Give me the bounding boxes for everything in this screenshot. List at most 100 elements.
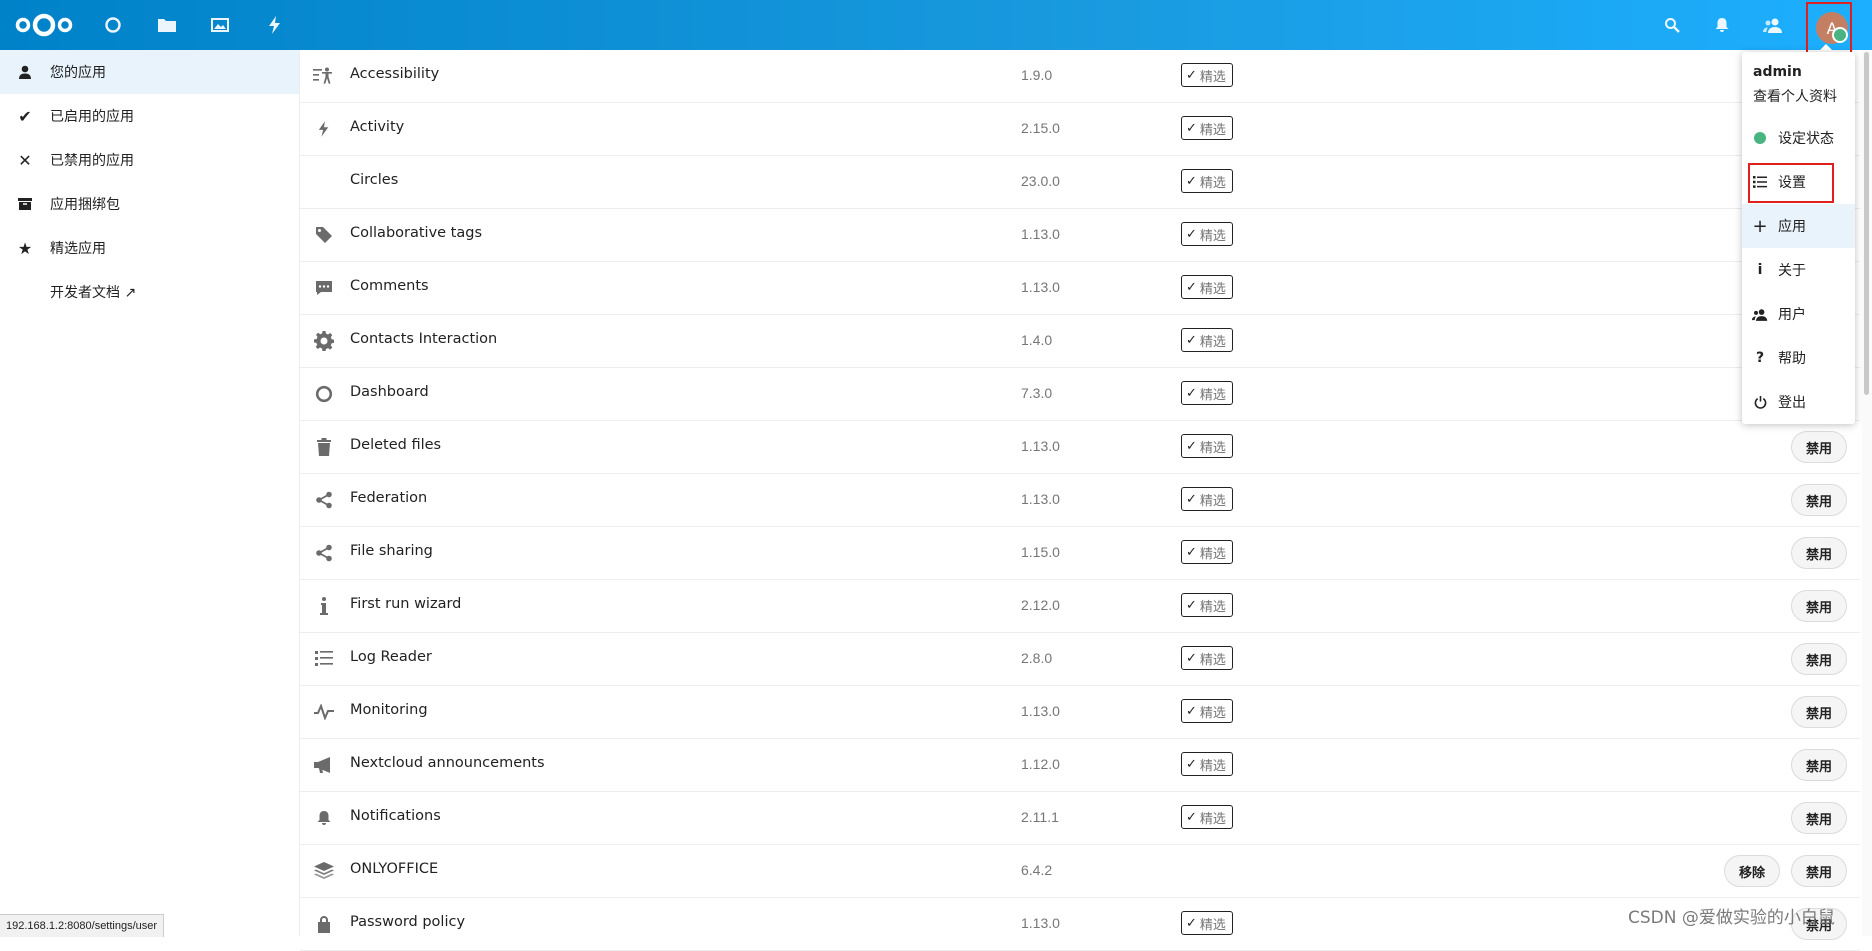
watermark-text: CSDN @爱做实验的小白鼠 xyxy=(1628,908,1835,928)
app-version: 1.4.0 xyxy=(1021,332,1053,348)
disable-button[interactable]: 禁用 xyxy=(1791,643,1848,675)
featured-badge: ✓ 精选 xyxy=(1181,434,1233,458)
check-icon: ✓ xyxy=(1186,491,1197,507)
user-icon xyxy=(0,50,50,94)
check-icon: ✓ xyxy=(1186,756,1197,772)
app-name[interactable]: Comments xyxy=(350,278,429,294)
app-name[interactable]: Log Reader xyxy=(350,649,432,665)
featured-badge: ✓ 精选 xyxy=(1181,699,1233,723)
app-name[interactable]: Deleted files xyxy=(350,437,441,453)
disable-button[interactable]: 禁用 xyxy=(1791,696,1848,728)
app-name[interactable]: Nextcloud announcements xyxy=(350,755,545,771)
disable-button[interactable]: 禁用 xyxy=(1791,590,1848,622)
disable-button[interactable]: 禁用 xyxy=(1791,431,1848,463)
app-row: Activity 2.15.0 ✓ 精选 xyxy=(300,103,1860,156)
check-icon: ✓ xyxy=(1186,173,1197,189)
app-row: Deleted files 1.13.0 ✓ 精选 禁用 xyxy=(300,421,1860,474)
app-row: Log Reader 2.8.0 ✓ 精选 禁用 xyxy=(300,633,1860,686)
app-row: Accessibility 1.9.0 ✓ 精选 xyxy=(300,50,1860,103)
featured-badge: ✓ 精选 xyxy=(1181,540,1233,564)
app-row: Contacts Interaction 1.4.0 ✓ 精选 xyxy=(300,315,1860,368)
lock-icon xyxy=(312,912,336,936)
search-icon[interactable] xyxy=(1660,13,1684,37)
sidebar-item-app-bundles[interactable]: 应用捆绑包 xyxy=(0,182,299,226)
disable-button[interactable]: 禁用 xyxy=(1791,855,1848,887)
app-name[interactable]: File sharing xyxy=(350,543,433,559)
featured-badge: ✓ 精选 xyxy=(1181,646,1233,670)
app-name[interactable]: Accessibility xyxy=(350,66,439,82)
app-name[interactable]: Contacts Interaction xyxy=(350,331,497,347)
disable-button[interactable]: 禁用 xyxy=(1791,537,1848,569)
info-icon xyxy=(312,594,336,618)
sidebar-item-label: 已禁用的应用 xyxy=(50,153,134,169)
menu-item-help[interactable]: ? 帮助 xyxy=(1742,336,1855,380)
featured-badge: ✓ 精选 xyxy=(1181,116,1233,140)
remove-button[interactable]: 移除 xyxy=(1724,855,1781,887)
app-row: Notifications 2.11.1 ✓ 精选 禁用 xyxy=(300,792,1860,845)
view-profile-link[interactable]: 查看个人资料 xyxy=(1753,86,1837,106)
app-name[interactable]: ONLYOFFICE xyxy=(350,861,438,877)
contacts-icon[interactable] xyxy=(1761,13,1785,37)
photos-icon[interactable] xyxy=(208,13,232,37)
app-version: 6.4.2 xyxy=(1021,862,1053,878)
info-icon: i xyxy=(1757,262,1763,278)
app-name[interactable]: Collaborative tags xyxy=(350,225,482,241)
app-name[interactable]: Circles xyxy=(350,172,398,188)
disable-button[interactable]: 禁用 xyxy=(1791,749,1848,781)
sidebar-item-label: 应用捆绑包 xyxy=(50,197,120,213)
notifications-icon[interactable] xyxy=(1710,13,1734,37)
app-name[interactable]: Notifications xyxy=(350,808,441,824)
sidebar-item-label: 您的应用 xyxy=(50,65,106,81)
check-icon: ✓ xyxy=(1186,915,1197,931)
check-icon: ✔ xyxy=(18,106,32,126)
share-icon xyxy=(312,541,336,565)
check-icon: ✓ xyxy=(1186,67,1197,83)
menu-user-name[interactable]: admin xyxy=(1753,64,1802,80)
megaphone-icon xyxy=(312,753,336,777)
app-version: 1.13.0 xyxy=(1021,226,1060,242)
menu-item-set-status[interactable]: 设定状态 xyxy=(1742,116,1855,160)
menu-item-logout[interactable]: 登出 xyxy=(1742,380,1855,424)
app-name[interactable]: Dashboard xyxy=(350,384,429,400)
disable-button[interactable]: 禁用 xyxy=(1791,484,1848,516)
nextcloud-logo[interactable] xyxy=(12,10,76,40)
check-icon: ✓ xyxy=(1186,597,1197,613)
check-icon: ✓ xyxy=(1186,438,1197,454)
menu-item-label: 用户 xyxy=(1778,307,1806,323)
menu-item-users[interactable]: 用户 xyxy=(1742,292,1855,336)
sidebar-item-enabled-apps[interactable]: ✔ 已启用的应用 xyxy=(0,94,299,138)
trash-icon xyxy=(312,435,336,459)
app-name[interactable]: Federation xyxy=(350,490,427,506)
sidebar-item-disabled-apps[interactable]: ✕ 已禁用的应用 xyxy=(0,138,299,182)
check-icon: ✓ xyxy=(1186,650,1197,666)
menu-item-label: 设定状态 xyxy=(1778,131,1834,147)
sidebar-item-your-apps[interactable]: 您的应用 xyxy=(0,50,299,94)
check-icon: ✓ xyxy=(1186,226,1197,242)
app-navigation: 您的应用 ✔ 已启用的应用 ✕ 已禁用的应用 应用捆绑包 ★ 精选应用 开发者文… xyxy=(0,50,300,936)
featured-badge: ✓ 精选 xyxy=(1181,381,1233,405)
featured-badge: ✓ 精选 xyxy=(1181,275,1233,299)
sidebar-item-developer-docs[interactable]: 开发者文档 ↗ xyxy=(0,270,299,314)
featured-badge: ✓ 精选 xyxy=(1181,593,1233,617)
menu-item-about[interactable]: i 关于 xyxy=(1742,248,1855,292)
app-name[interactable]: Activity xyxy=(350,119,404,135)
layers-icon xyxy=(312,859,336,883)
comment-icon xyxy=(312,276,336,300)
app-name[interactable]: Monitoring xyxy=(350,702,428,718)
featured-badge: ✓ 精选 xyxy=(1181,487,1233,511)
pulse-icon xyxy=(312,700,336,724)
app-row: Dashboard 7.3.0 ✓ 精选 xyxy=(300,368,1860,421)
files-icon[interactable] xyxy=(155,13,179,37)
scrollbar-thumb[interactable] xyxy=(1864,52,1869,395)
app-row: File sharing 1.15.0 ✓ 精选 禁用 xyxy=(300,527,1860,580)
disable-button[interactable]: 禁用 xyxy=(1791,802,1848,834)
app-name[interactable]: First run wizard xyxy=(350,596,461,612)
dashboard-icon[interactable] xyxy=(101,13,125,37)
app-row: Federation 1.13.0 ✓ 精选 禁用 xyxy=(300,474,1860,527)
app-name[interactable]: Password policy xyxy=(350,914,465,930)
sidebar-item-featured-apps[interactable]: ★ 精选应用 xyxy=(0,226,299,270)
check-icon: ✓ xyxy=(1186,332,1197,348)
activity-icon[interactable] xyxy=(263,13,287,37)
status-online-dot xyxy=(1832,27,1848,43)
menu-item-apps[interactable]: + 应用 xyxy=(1742,204,1855,248)
